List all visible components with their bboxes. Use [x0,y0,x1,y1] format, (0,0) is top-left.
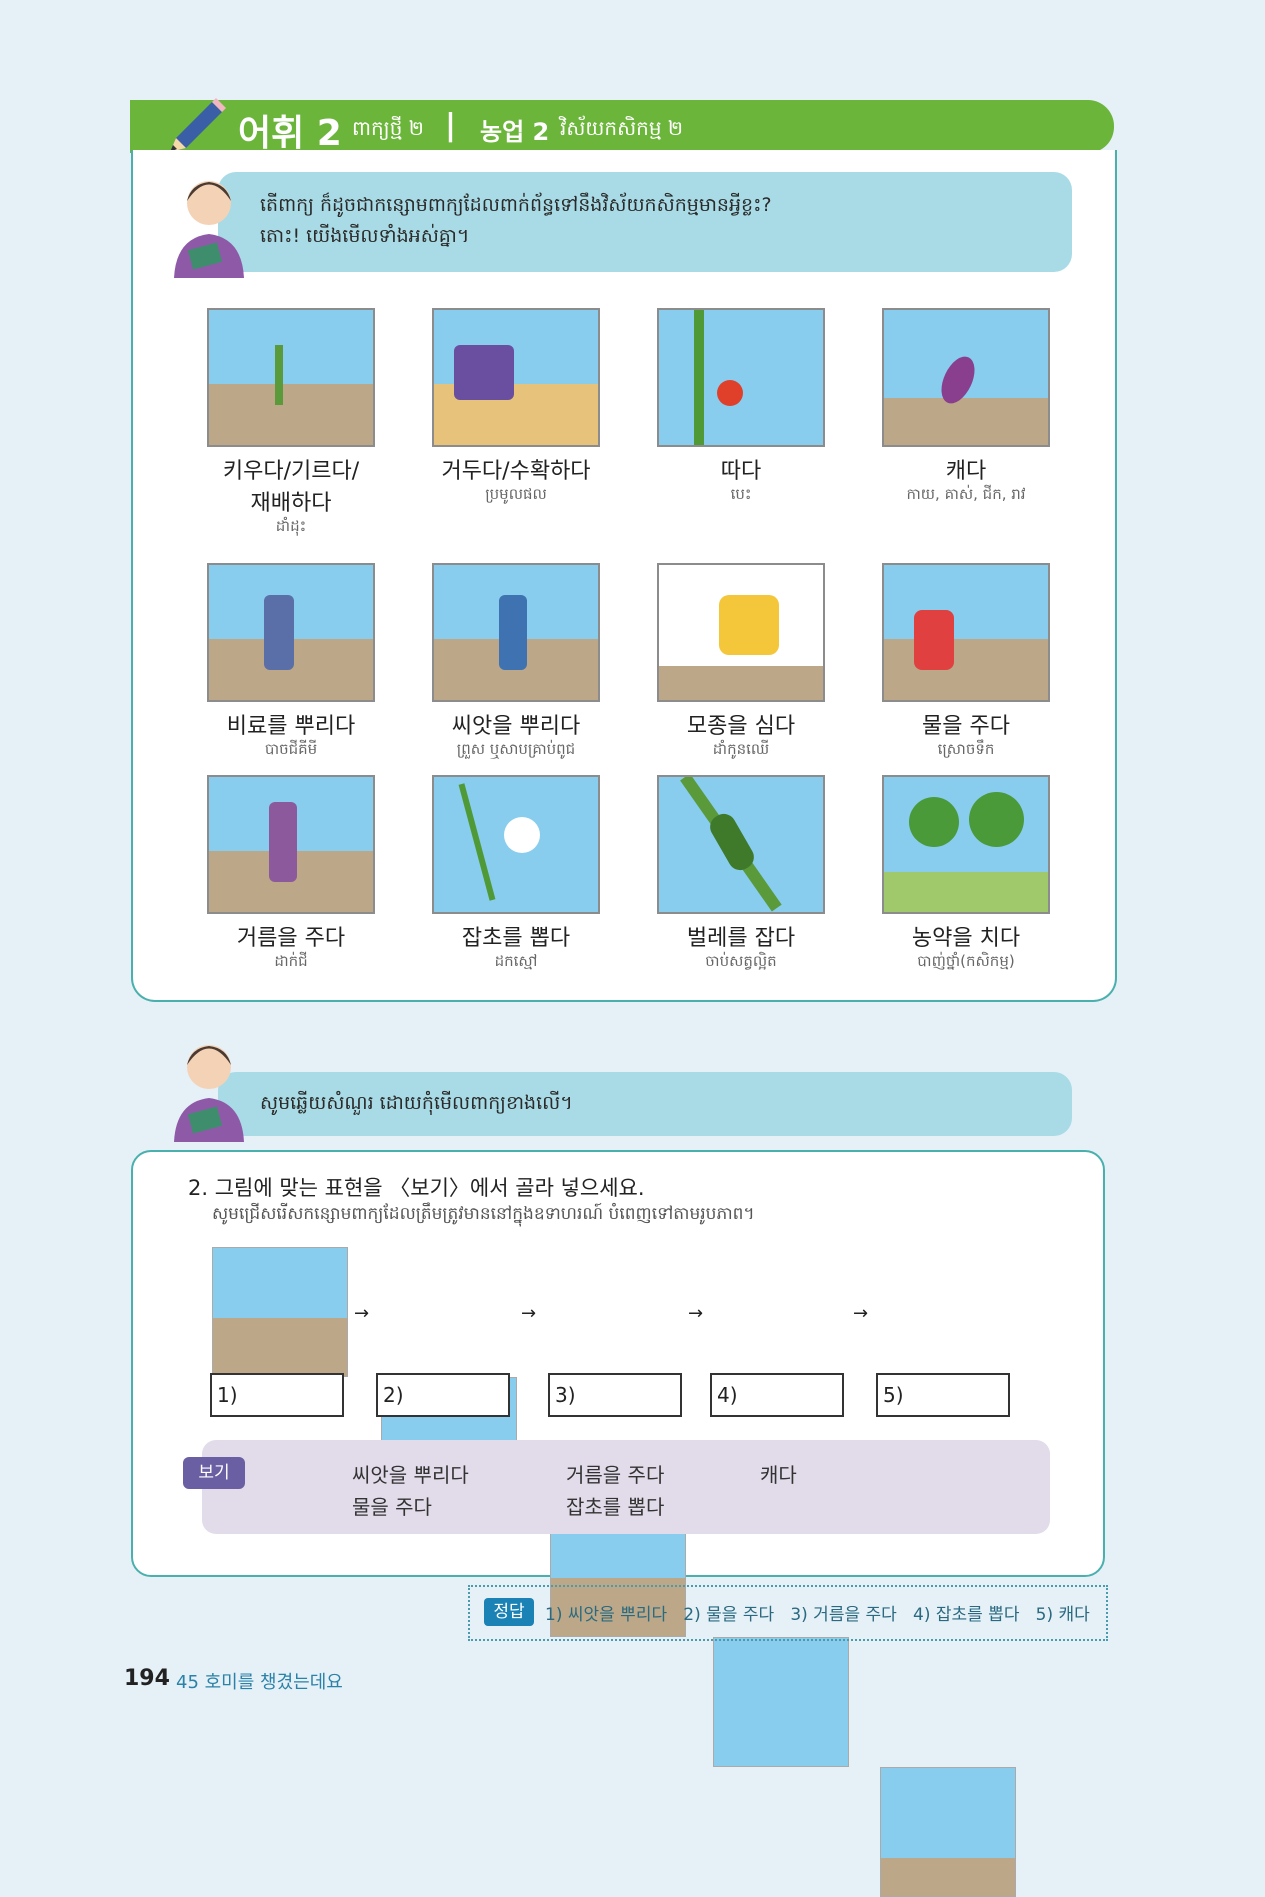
section-title-km: ពាក្យថ្មី ២ [352,116,424,140]
sow-seeds-picture [432,563,600,702]
vocab-item: 농약을 치다 បាញ់ថ្នាំ(កសិកម្ម) [882,775,1050,974]
vocab-item: 거두다/수확하다 ប្រមូលផល [432,308,600,507]
example-word: 물을 주다 [352,1495,432,1519]
example-word: 잡초를 뽑다 [566,1495,665,1519]
vocab-korean: 거두다/수확하다 [441,459,591,484]
answer-box-2[interactable]: 2) [376,1373,510,1417]
intro-speech-bubble: តើពាក្យ ក៏ដូចជាកន្សោមពាក្យដែលពាក់ព័ន្ធទៅ… [218,172,1072,272]
vocab-khmer: បាញ់ថ្នាំ(កសិកម្ម) [917,952,1015,970]
arrow-right-icon: → [853,1303,869,1324]
vocab-item: 물을 주다 ស្រោចទឹក [882,563,1050,762]
vocab-item: 씨앗을 뿌리다 ព្រួស ឬសាបគ្រាប់ពូជ [432,563,600,762]
vocab-khmer: ស្រោចទឹក [937,740,995,758]
vocab-khmer: ប្រមូលផល [485,485,547,503]
arrow-right-icon: → [354,1303,370,1324]
vocab-item: 잡초를 뽑다 ដកស្មៅ [432,775,600,974]
vocab-khmer: ដកស្មៅ [494,952,538,970]
harvester-picture [432,308,600,447]
example-word: 씨앗을 뿌리다 [352,1463,469,1487]
example-word: 캐다 [760,1463,797,1487]
vocab-item: 키우다/기르다/ 재배하다 ដាំដុះ [207,308,375,539]
page-number: 194 [124,1666,170,1691]
section-subtitle-km: វិស័យកសិកម្ម ២ [560,116,684,140]
arrow-right-icon: → [688,1303,704,1324]
answer-key-text: 1) 씨앗을 뿌리다 2) 물을 주다 3) 거름을 주다 4) 잡초를 뽑다 … [545,1605,1090,1625]
intro-line-1: តើពាក្យ ក៏ដូចជាកន្សោមពាក្យដែលពាក់ព័ន្ធទៅ… [260,194,772,216]
vocab-khmer: ដាំកូនឈើ [712,740,770,758]
section-title: 어휘 2 [238,113,342,154]
vocab-korean: 따다 [720,459,762,484]
sequence-picture-4 [713,1637,849,1767]
spread-fertilizer-picture [207,563,375,702]
example-word: 거름을 주다 [566,1463,665,1487]
vocab-khmer: បាចជីគីមី [264,740,318,758]
exercise-subtitle: សូមជ្រើសរើសកន្សោមពាក្យដែលត្រឹមត្រូវមាននៅ… [212,1204,755,1224]
vocab-korean-line2: 재배하다 [250,491,332,516]
header-separator: | [445,108,456,143]
pull-weeds-picture [432,775,600,914]
vocab-korean: 물을 주다 [922,714,1010,739]
intro-line-2: តោះ! យើងមើលទាំងអស់គ្នា។ [260,225,470,247]
vocab-khmer: ព្រួស ឬសាបគ្រាប់ពូជ [456,740,576,758]
water-plants-picture [882,563,1050,702]
vocab-item: 벌레를 잡다 ចាប់សត្វល្អិត [657,775,825,974]
answer-box-3[interactable]: 3) [548,1373,682,1417]
vocab-khmer: ដាក់ជី [274,952,308,970]
vocab-item: 따다 បេះ [657,308,825,507]
vocab-korean: 농약을 치다 [911,926,1021,951]
vocab-item: 비료를 뿌리다 បាចជីគីមី [207,563,375,762]
instruction-text: សូមឆ្លើយសំណួរ ដោយកុំមើលពាក្យខាងលើ។ [260,1092,573,1114]
teacher-avatar-icon [174,1045,244,1142]
instruction-speech-bubble: សូមឆ្លើយសំណួរ ដោយកុំមើលពាក្យខាងលើ។ [218,1072,1072,1136]
vocab-item: 거름을 주다 ដាក់ជី [207,775,375,974]
vocab-korean: 캐다 [945,459,987,484]
vocab-item: 캐다 កាយ, គាស់, ជីក, រាវ [882,308,1050,507]
arrow-right-icon: → [521,1303,537,1324]
pencil-icon [170,98,226,152]
answer-box-1[interactable]: 1) [210,1373,344,1417]
exercise-title: 2. 그림에 맞는 표현을 〈보기〉에서 골라 넣으세요. [188,1176,645,1200]
vocab-korean: 모종을 심다 [686,714,796,739]
example-tag: 보기 [183,1457,245,1489]
vocab-korean: 키우다/기르다/ [222,459,360,484]
sequence-picture-5 [880,1767,1016,1897]
vocab-khmer: ចាប់សត្វល្អិត [705,952,777,970]
vocab-item: 모종을 심다 ដាំកូនឈើ [657,563,825,762]
vocab-korean: 비료를 뿌리다 [226,714,356,739]
vocab-khmer: បេះ [730,485,752,503]
vocab-korean: 거름을 주다 [236,926,346,951]
sequence-picture-1 [212,1247,348,1377]
chapter-title: 45 호미를 챙겼는데요 [176,1672,343,1693]
plant-seedling-picture [657,563,825,702]
dig-sweet-potato-picture [882,308,1050,447]
vocab-korean: 씨앗을 뿌리다 [451,714,581,739]
vocab-korean: 벌레를 잡다 [686,926,796,951]
apply-manure-picture [207,775,375,914]
section-subtitle: 농업 2 [480,118,550,146]
vocab-korean: 잡초를 뽑다 [461,926,571,951]
teacher-avatar-icon [174,181,244,278]
vocab-khmer: កាយ, គាស់, ជីក, រាវ [906,485,1026,503]
catch-bugs-picture [657,775,825,914]
grow-plants-picture [207,308,375,447]
spray-pesticide-picture [882,775,1050,914]
answer-box-5[interactable]: 5) [876,1373,1010,1417]
vocab-khmer: ដាំដុះ [275,517,307,535]
answer-key-tag: 정답 [484,1598,534,1626]
pick-tomato-picture [657,308,825,447]
answer-box-4[interactable]: 4) [710,1373,844,1417]
